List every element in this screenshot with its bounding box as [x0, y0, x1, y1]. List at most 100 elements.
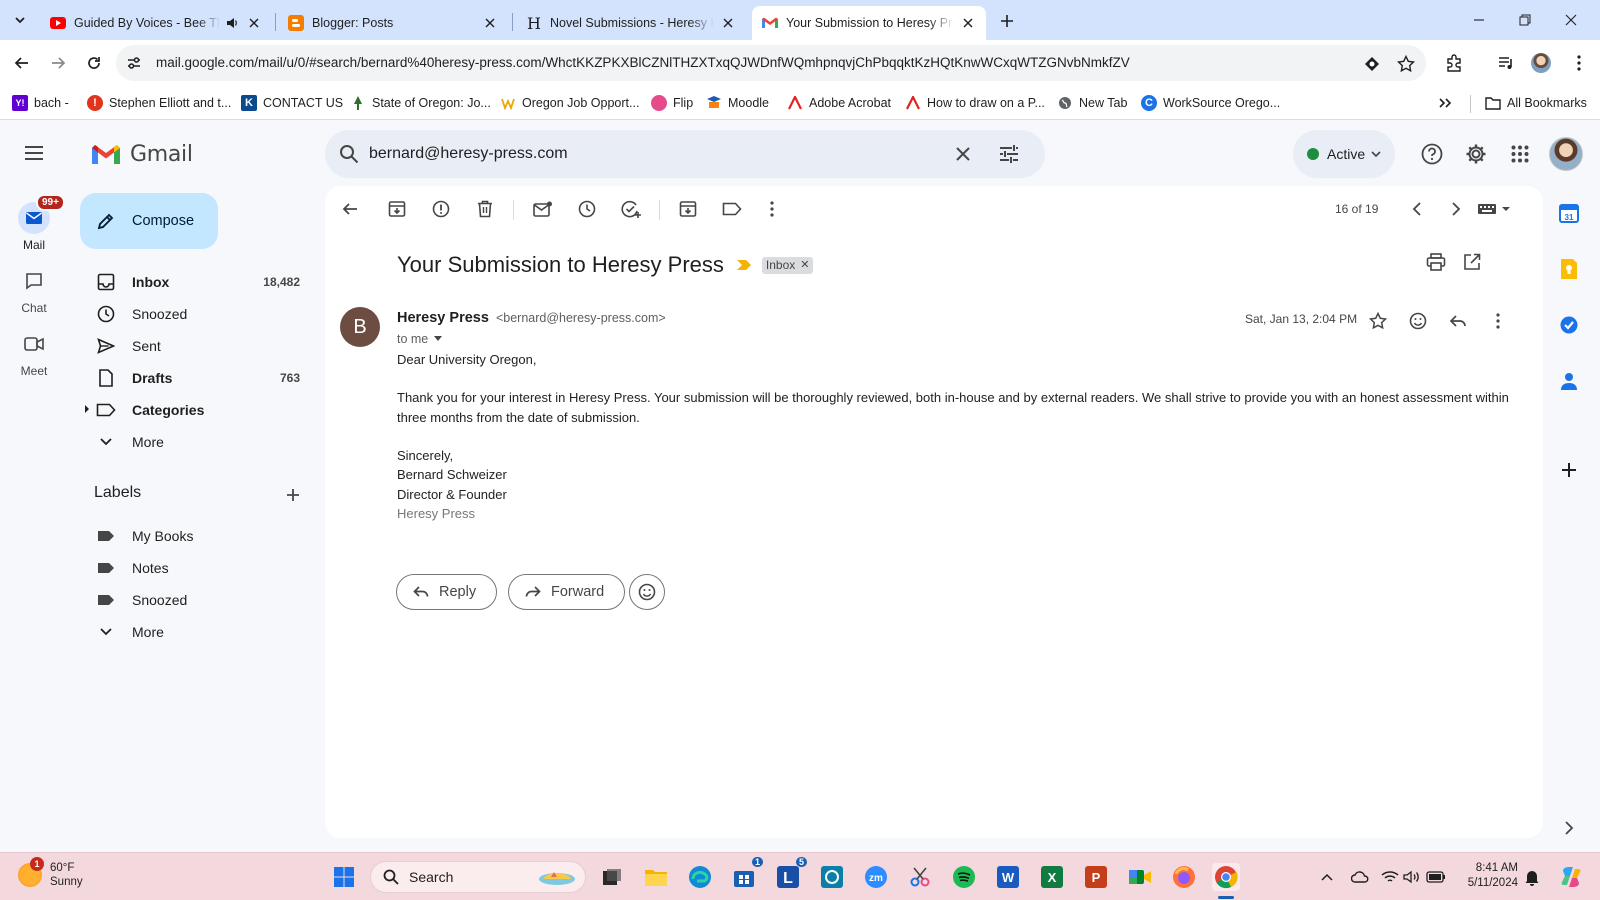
- volume-icon[interactable]: [1402, 867, 1422, 887]
- reply-button[interactable]: Reply: [396, 574, 498, 610]
- status-selector[interactable]: Active: [1293, 130, 1395, 178]
- bookmark-item[interactable]: K CONTACT US: [241, 94, 343, 112]
- mark-unread-icon[interactable]: [531, 197, 555, 221]
- back-to-search-icon[interactable]: [338, 197, 362, 221]
- nav-snoozed[interactable]: Snoozed: [80, 298, 310, 330]
- compose-button[interactable]: Compose: [80, 193, 218, 249]
- remove-label-icon[interactable]: ✕: [800, 258, 809, 271]
- file-explorer-icon[interactable]: [642, 863, 670, 891]
- site-settings-icon[interactable]: [124, 53, 144, 73]
- sender-name[interactable]: Heresy Press: [397, 310, 489, 326]
- system-clock[interactable]: 8:41 AM 5/11/2024: [1462, 861, 1518, 891]
- labels-tag-icon[interactable]: [720, 197, 744, 221]
- chrome-taskbar-icon[interactable]: [1212, 863, 1240, 891]
- bookmark-item[interactable]: Y! bach -: [12, 94, 69, 112]
- close-tab-icon[interactable]: [482, 15, 498, 31]
- rail-mail[interactable]: 99+ Mail: [0, 194, 68, 252]
- chrome-profile-avatar[interactable]: [1530, 52, 1552, 74]
- emoji-react-icon[interactable]: [1406, 309, 1430, 333]
- browser-tab-blogger[interactable]: Blogger: Posts: [278, 6, 508, 40]
- media-controls-icon[interactable]: [1495, 52, 1517, 74]
- browser-tab-gmail-active[interactable]: Your Submission to Heresy Press: [752, 6, 986, 40]
- tab-search-chevron-icon[interactable]: [8, 8, 32, 32]
- message-more-icon[interactable]: [1486, 309, 1510, 333]
- bookmark-item[interactable]: Moodle: [706, 94, 769, 112]
- sender-avatar[interactable]: B: [340, 307, 380, 347]
- show-hidden-icons-chevron[interactable]: [1317, 867, 1337, 887]
- google-meet-icon[interactable]: [1126, 863, 1154, 891]
- open-in-new-window-icon[interactable]: [1460, 250, 1484, 274]
- bookmark-item[interactable]: Flip: [651, 94, 693, 112]
- emoji-reaction-button[interactable]: [629, 574, 665, 610]
- bookmark-star-icon[interactable]: [1395, 53, 1417, 75]
- reload-icon[interactable]: [82, 51, 106, 75]
- importance-marker-icon[interactable]: [736, 259, 752, 271]
- nav-drafts[interactable]: Drafts 763: [80, 362, 310, 394]
- label-snoozed[interactable]: Snoozed: [80, 584, 310, 616]
- microsoft-store-icon[interactable]: 1: [730, 857, 763, 891]
- input-tools-keyboard-icon[interactable]: [1473, 197, 1517, 221]
- close-window-icon[interactable]: [1556, 8, 1586, 32]
- speaker-icon[interactable]: [224, 15, 240, 31]
- wifi-icon[interactable]: [1380, 867, 1400, 887]
- reply-arrow-icon[interactable]: [1446, 309, 1470, 333]
- close-tab-icon[interactable]: [246, 15, 262, 31]
- weather-widget[interactable]: 1 60°F Sunny: [18, 857, 83, 889]
- snooze-clock-icon[interactable]: [575, 197, 599, 221]
- close-tab-icon[interactable]: [720, 15, 736, 31]
- google-apps-icon[interactable]: [1507, 141, 1533, 167]
- forward-button[interactable]: Forward: [508, 574, 626, 610]
- recipient-details[interactable]: to me: [397, 332, 443, 346]
- more-options-icon[interactable]: [760, 197, 784, 221]
- onedrive-cloud-icon[interactable]: [1350, 867, 1370, 887]
- task-view-icon[interactable]: [598, 863, 626, 891]
- bookmark-item[interactable]: New Tab: [1057, 94, 1127, 112]
- lens-icon[interactable]: [1361, 53, 1383, 75]
- nav-inbox[interactable]: Inbox 18,482: [80, 266, 310, 298]
- bookmark-item[interactable]: How to draw on a P...: [905, 94, 1045, 112]
- contacts-icon[interactable]: [1557, 369, 1581, 393]
- battery-icon[interactable]: [1426, 867, 1446, 887]
- delete-trash-icon[interactable]: [473, 197, 497, 221]
- minimize-icon[interactable]: [1464, 8, 1494, 32]
- spotify-icon[interactable]: [950, 863, 978, 891]
- taskbar-search-box[interactable]: Search: [370, 861, 586, 893]
- search-icon[interactable]: [337, 142, 361, 166]
- snipping-tool-icon[interactable]: [906, 863, 934, 891]
- bookmark-item[interactable]: C WorkSource Orego...: [1141, 94, 1280, 112]
- forward-arrow-icon[interactable]: [46, 51, 70, 75]
- calendar-icon[interactable]: 31: [1557, 201, 1581, 225]
- archive-icon[interactable]: [385, 197, 409, 221]
- copilot-icon[interactable]: [1558, 864, 1584, 890]
- l-app-icon[interactable]: L 5: [774, 857, 807, 891]
- labels-more[interactable]: More: [80, 616, 310, 648]
- hide-side-panel-chevron-icon[interactable]: [1557, 816, 1581, 840]
- newer-chevron-left-icon[interactable]: [1405, 197, 1429, 221]
- rail-meet[interactable]: Meet: [0, 328, 68, 378]
- tasks-icon[interactable]: [1557, 313, 1581, 337]
- bookmarks-overflow-icon[interactable]: [1438, 94, 1452, 112]
- back-arrow-icon[interactable]: [10, 51, 34, 75]
- print-icon[interactable]: [1424, 250, 1448, 274]
- older-chevron-right-icon[interactable]: [1444, 197, 1468, 221]
- browser-tab-youtube[interactable]: Guided By Voices - Bee Thousand: [40, 6, 272, 40]
- bookmark-item[interactable]: State of Oregon: Jo...: [350, 94, 491, 112]
- clear-search-icon[interactable]: [951, 142, 975, 166]
- all-bookmarks[interactable]: All Bookmarks: [1485, 94, 1587, 112]
- extensions-icon[interactable]: [1443, 52, 1465, 74]
- nav-more[interactable]: More: [80, 426, 310, 458]
- keep-notes-icon[interactable]: [1557, 257, 1581, 281]
- search-input[interactable]: [369, 142, 929, 166]
- new-tab-icon[interactable]: [996, 10, 1018, 32]
- nav-categories[interactable]: Categories: [80, 394, 310, 426]
- notifications-bell-icon[interactable]: [1522, 867, 1542, 887]
- rail-chat[interactable]: Chat: [0, 265, 68, 315]
- restore-icon[interactable]: [1510, 8, 1540, 32]
- move-to-icon[interactable]: [676, 197, 700, 221]
- bookmark-item[interactable]: Adobe Acrobat: [787, 94, 891, 112]
- nav-sent[interactable]: Sent: [80, 330, 310, 362]
- word-icon[interactable]: W: [994, 863, 1022, 891]
- address-bar[interactable]: mail.google.com/mail/u/0/#search/bernard…: [116, 45, 1426, 81]
- help-icon[interactable]: [1419, 141, 1445, 167]
- powerpoint-icon[interactable]: P: [1082, 863, 1110, 891]
